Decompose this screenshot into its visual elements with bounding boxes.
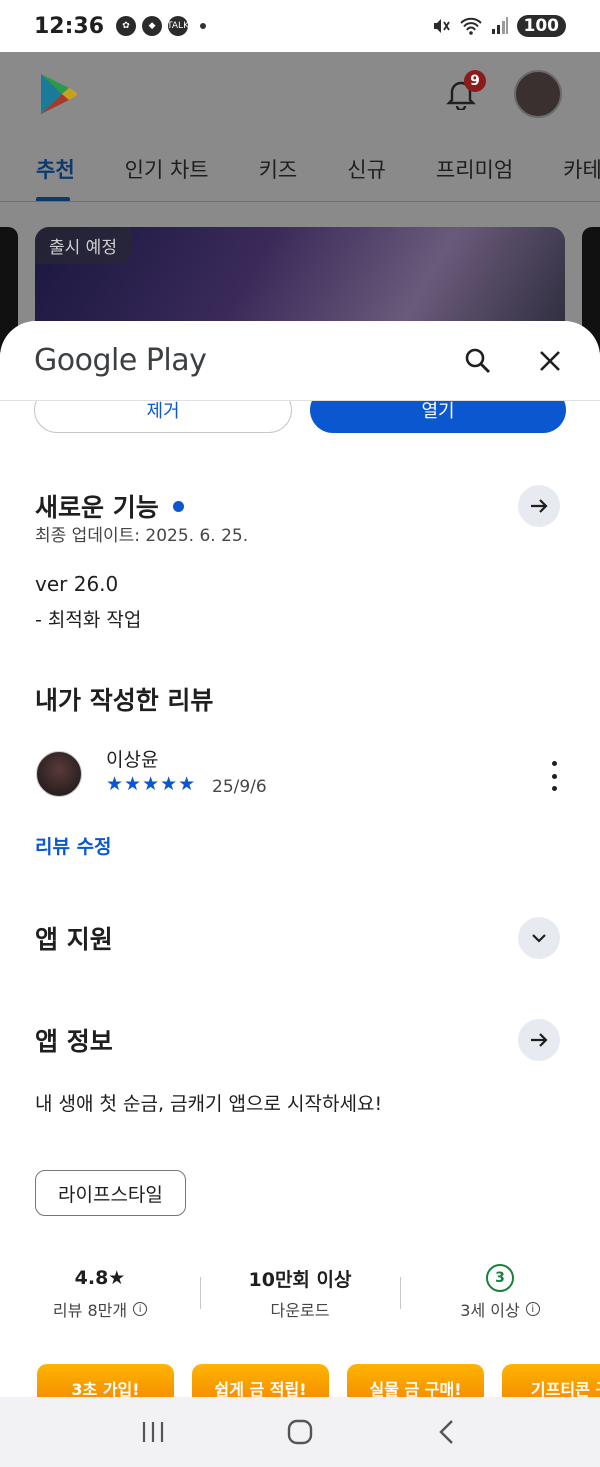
- rating-value: 4.8★: [74, 1267, 126, 1289]
- back-icon[interactable]: [427, 1412, 467, 1452]
- edit-review-link[interactable]: 리뷰 수정: [35, 832, 112, 859]
- app-support-section[interactable]: 앱 지원: [35, 917, 560, 959]
- battery-indicator: 100: [516, 15, 566, 37]
- active-tab-indicator: [36, 197, 70, 201]
- arrow-right-icon[interactable]: [518, 1019, 560, 1061]
- background-header: 9: [0, 52, 600, 136]
- close-icon[interactable]: [534, 345, 566, 377]
- review-date: 25/9/6: [212, 777, 267, 797]
- version-text: ver 26.0: [35, 572, 119, 596]
- mute-icon: [433, 19, 450, 33]
- signal-icon: [491, 17, 508, 34]
- recent-apps-icon[interactable]: [133, 1412, 173, 1452]
- app-details-sheet: 제거 열기 Google Play 새로운 기능 최종 업데이트: 2025. …: [0, 321, 600, 1397]
- coming-soon-chip: 출시 예정: [35, 227, 131, 264]
- new-indicator-dot: [172, 500, 184, 512]
- tab-recommended[interactable]: 추천: [36, 154, 75, 184]
- app-info-title: 앱 정보: [35, 1027, 113, 1056]
- star-rating: ★★★★★: [106, 773, 197, 795]
- reviews-count-label: 리뷰 8만개: [52, 1301, 128, 1320]
- screenshots-strip: 3초 가입! 쉽게 금 적립! 실물 금 구매! 기프티콘 구: [37, 1364, 600, 1397]
- background-tabs: 추천 인기 차트 키즈 신규 프리미엄 카테고: [0, 136, 600, 202]
- downloads-label: 다운로드: [270, 1301, 330, 1320]
- age-rating-badge-wrap: 3: [486, 1263, 514, 1293]
- profile-avatar[interactable]: [514, 70, 562, 118]
- notifications-bell-icon[interactable]: 9: [446, 70, 486, 112]
- my-review-title: 내가 작성한 리뷰: [35, 686, 214, 715]
- downloads-stat: 10만회 이상 다운로드: [200, 1263, 400, 1321]
- reviewer-name: 이상윤: [106, 749, 159, 771]
- google-play-logo-icon: [41, 74, 77, 114]
- age-rating-label: 3세 이상: [460, 1301, 520, 1320]
- rating-stat: 4.8★ 리뷰 8만개 i: [0, 1263, 200, 1321]
- photo-icon: ✿: [116, 16, 137, 36]
- app-stats: 4.8★ 리뷰 8만개 i 10만회 이상 다운로드 3 3세 이상 i: [0, 1263, 600, 1321]
- notification-icons: ✿ ◆ TALK: [116, 16, 207, 36]
- notification-count-badge: 9: [464, 70, 486, 92]
- info-icon[interactable]: i: [525, 1302, 540, 1316]
- app-info-section[interactable]: 앱 정보: [35, 1019, 560, 1061]
- category-chip[interactable]: 라이프스타일: [35, 1170, 186, 1216]
- app-icon: ◆: [142, 16, 163, 36]
- reviews-count[interactable]: 리뷰 8만개 i: [52, 1297, 148, 1321]
- tab-premium[interactable]: 프리미엄: [436, 154, 513, 184]
- screenshot-card[interactable]: 쉽게 금 적립!: [192, 1364, 329, 1397]
- sheet-title: Google Play: [34, 343, 207, 378]
- tab-kids[interactable]: 키즈: [259, 154, 298, 184]
- age-rating-badge: 3: [486, 1264, 514, 1292]
- reviewer-avatar: [36, 751, 82, 797]
- system-navigation-bar: [0, 1397, 600, 1467]
- last-updated-date: 최종 업데이트: 2025. 6. 25.: [35, 526, 249, 546]
- status-right: 100: [431, 15, 566, 37]
- more-notifications-dot: [200, 23, 207, 29]
- wifi-icon: [459, 17, 482, 35]
- age-rating[interactable]: 3세 이상 i: [460, 1297, 540, 1321]
- status-time: 12:36: [34, 13, 105, 39]
- home-icon[interactable]: [280, 1412, 320, 1452]
- status-bar: 12:36 ✿ ◆ TALK 100: [0, 0, 600, 52]
- age-rating-stat: 3 3세 이상 i: [400, 1263, 600, 1321]
- screenshot-card[interactable]: 3초 가입!: [37, 1364, 174, 1397]
- screenshot-card[interactable]: 기프티콘 구: [502, 1364, 600, 1397]
- chevron-down-icon[interactable]: [518, 917, 560, 959]
- whats-new-title: 새로운 기능: [35, 493, 159, 522]
- tab-new[interactable]: 신규: [347, 154, 386, 184]
- screenshot-card[interactable]: 실물 금 구매!: [347, 1364, 484, 1397]
- arrow-right-icon[interactable]: [518, 485, 560, 527]
- app-description: 내 생애 첫 순금, 금캐기 앱으로 시작하세요!: [35, 1093, 383, 1115]
- tab-categories[interactable]: 카테고: [563, 154, 600, 184]
- downloads-value: 10만회 이상: [248, 1268, 352, 1291]
- sheet-header: Google Play: [0, 321, 600, 401]
- release-notes: - 최적화 작업: [35, 609, 142, 631]
- app-support-title: 앱 지원: [35, 925, 113, 954]
- more-options-icon[interactable]: [548, 761, 560, 791]
- search-icon[interactable]: [462, 345, 494, 377]
- sheet-actions: [462, 345, 566, 377]
- tab-top-charts[interactable]: 인기 차트: [125, 154, 209, 184]
- info-icon[interactable]: i: [133, 1302, 148, 1316]
- talk-icon: TALK: [167, 16, 189, 36]
- background-play-store: 9 추천 인기 차트 키즈 신규 프리미엄 카테고 출시 예정: [0, 52, 600, 357]
